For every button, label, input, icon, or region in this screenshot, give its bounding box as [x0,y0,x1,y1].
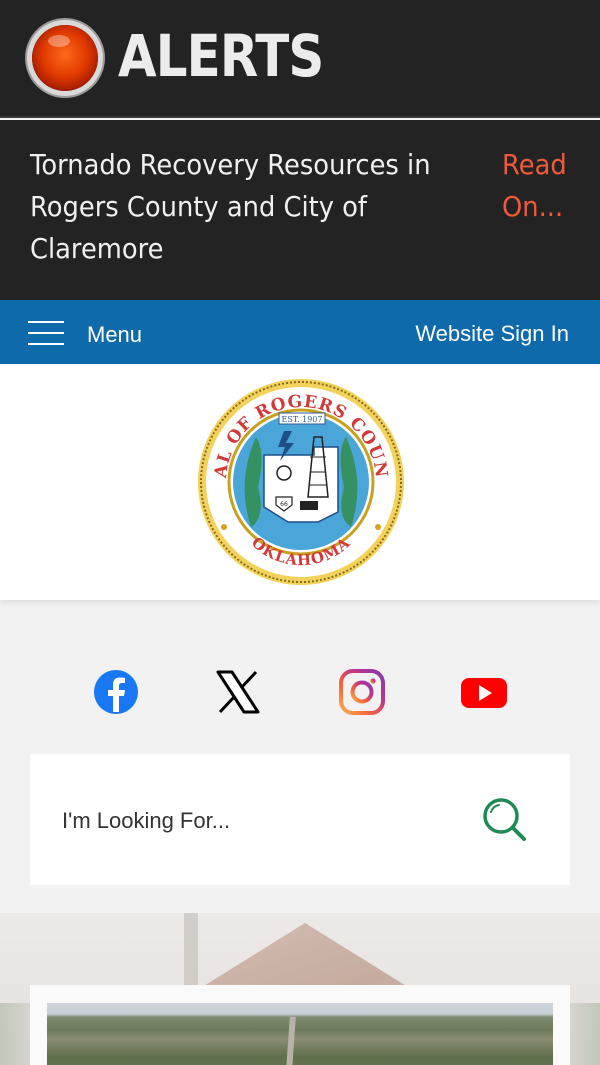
photo-road [284,1017,296,1065]
read-on-link[interactable]: Read On... [502,144,576,228]
search-input[interactable]: I'm Looking For... [62,808,230,834]
hero-image-area [0,913,600,1065]
alert-beacon-icon [32,25,98,91]
instagram-icon[interactable] [338,668,386,716]
alert-link[interactable]: Tornado Recovery Resources in Rogers Cou… [30,144,472,270]
search-icon[interactable] [480,795,528,843]
facebook-icon[interactable] [92,668,140,716]
x-icon[interactable] [214,668,262,716]
hamburger-icon[interactable] [28,321,64,345]
website-sign-in-link[interactable]: Website Sign In [415,321,569,347]
seal-banner: SEAL OF ROGERS COUNTY OKLAHOMA EST. 1907… [0,364,600,600]
alert-message: Tornado Recovery Resources in Rogers Cou… [0,120,600,300]
rogers-county-seal-logo[interactable]: SEAL OF ROGERS COUNTY OKLAHOMA EST. 1907… [196,377,406,587]
alerts-title: ALERTS [118,22,324,90]
youtube-icon[interactable] [460,668,508,716]
search-box[interactable]: I'm Looking For... [30,754,570,885]
aerial-landscape-photo [47,1003,553,1065]
hero-card[interactable] [30,985,570,1065]
menu-bar: Menu Website Sign In [0,300,600,364]
svg-text:66: 66 [280,501,288,508]
menu-button[interactable]: Menu [87,322,142,348]
svg-text:EST. 1907: EST. 1907 [282,415,323,424]
alerts-header: ALERTS [0,0,600,118]
